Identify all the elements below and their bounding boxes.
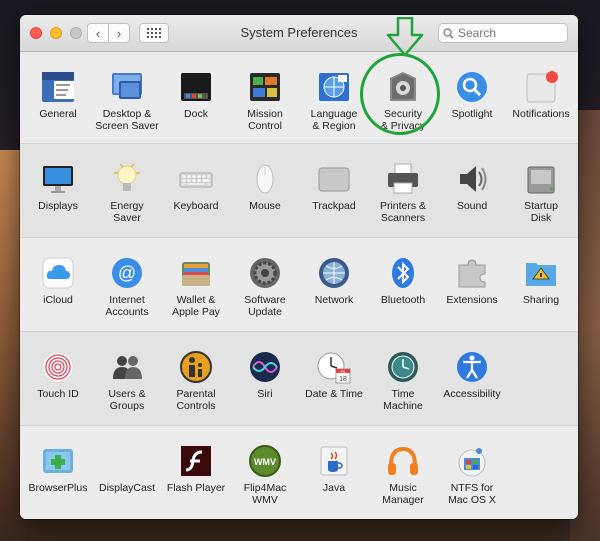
pane-startup-disk[interactable]: Startup Disk xyxy=(505,161,577,224)
desktop-screensaver-icon xyxy=(109,69,145,105)
keyboard-icon xyxy=(178,161,214,197)
svg-text:JUL: JUL xyxy=(340,370,346,374)
pane-time-machine[interactable]: Time Machine xyxy=(367,349,439,412)
pane-mouse[interactable]: Mouse xyxy=(229,161,301,212)
flip4mac-icon: WMV xyxy=(247,443,283,479)
dock-icon xyxy=(178,69,214,105)
search-field[interactable] xyxy=(438,23,568,43)
pane-ntfs-mac-os-x[interactable]: NTFS for Mac OS X xyxy=(436,443,508,506)
svg-text:@: @ xyxy=(118,263,136,283)
pane-displays[interactable]: Displays xyxy=(22,161,94,212)
pane-printers-scanners[interactable]: Printers & Scanners xyxy=(367,161,439,224)
pane-icloud[interactable]: iCloud xyxy=(22,255,94,306)
general-icon xyxy=(40,69,76,105)
pane-flash-player[interactable]: Flash Player xyxy=(160,443,232,494)
pane-general[interactable]: General xyxy=(22,69,94,120)
flash-player-icon xyxy=(178,443,214,479)
title-bar: ‹ › System Preferences xyxy=(20,15,578,52)
pane-notifications[interactable]: Notifications xyxy=(505,69,577,120)
browserplus-icon xyxy=(40,443,76,479)
pane-dock[interactable]: Dock xyxy=(160,69,232,120)
pane-music-manager[interactable]: Music Manager xyxy=(367,443,439,506)
annotation-circle-highlight xyxy=(360,53,440,135)
pane-energy-saver[interactable]: Energy Saver xyxy=(91,161,163,224)
users-groups-icon xyxy=(109,349,145,385)
pane-extensions[interactable]: Extensions xyxy=(436,255,508,306)
icloud-icon xyxy=(40,255,76,291)
svg-text:WMV: WMV xyxy=(254,457,276,467)
music-manager-icon xyxy=(385,443,421,479)
search-icon xyxy=(443,27,454,39)
pane-language-region[interactable]: Language & Region xyxy=(298,69,370,132)
pane-java[interactable]: Java xyxy=(298,443,370,494)
pane-sharing[interactable]: Sharing xyxy=(505,255,577,306)
mission-control-icon xyxy=(247,69,283,105)
touch-id-icon xyxy=(40,349,76,385)
pane-flip4mac-wmv[interactable]: WMV Flip4Mac WMV xyxy=(229,443,301,506)
sound-icon xyxy=(454,161,490,197)
ntfs-icon xyxy=(454,443,490,479)
software-update-icon xyxy=(247,255,283,291)
parental-controls-icon xyxy=(178,349,214,385)
pane-users-groups[interactable]: Users & Groups xyxy=(91,349,163,412)
notifications-icon xyxy=(523,69,559,105)
pane-keyboard[interactable]: Keyboard xyxy=(160,161,232,212)
spotlight-icon xyxy=(454,69,490,105)
bluetooth-icon xyxy=(385,255,421,291)
pane-date-time[interactable]: JUL 18 Date & Time xyxy=(298,349,370,400)
pane-trackpad[interactable]: Trackpad xyxy=(298,161,370,212)
pane-software-update[interactable]: Software Update xyxy=(229,255,301,318)
pane-mission-control[interactable]: Mission Control xyxy=(229,69,301,132)
printer-icon xyxy=(385,161,421,197)
sharing-icon xyxy=(523,255,559,291)
system-preferences-window: ‹ › System Preferences Search General De… xyxy=(20,15,578,519)
wallet-icon xyxy=(178,255,214,291)
accessibility-icon xyxy=(454,349,490,385)
pane-bluetooth[interactable]: Bluetooth xyxy=(367,255,439,306)
pane-parental-controls[interactable]: Parental Controls xyxy=(160,349,232,412)
pane-accessibility[interactable]: Accessibility xyxy=(436,349,508,400)
svg-text:18: 18 xyxy=(339,376,347,383)
extensions-icon xyxy=(454,255,490,291)
trackpad-icon xyxy=(316,161,352,197)
pane-internet-accounts[interactable]: @ Internet Accounts xyxy=(91,255,163,318)
pane-displaycast[interactable]: DisplayCast xyxy=(91,443,163,494)
pane-network[interactable]: Network xyxy=(298,255,370,306)
pane-browserplus[interactable]: BrowserPlus xyxy=(22,443,94,494)
language-region-icon xyxy=(316,69,352,105)
network-icon xyxy=(316,255,352,291)
mouse-icon xyxy=(247,161,283,197)
displaycast-icon xyxy=(109,443,145,479)
pane-wallet-apple-pay[interactable]: Wallet & Apple Pay xyxy=(160,255,232,318)
pane-desktop-screen-saver[interactable]: Desktop & Screen Saver xyxy=(91,69,163,132)
siri-icon xyxy=(247,349,283,385)
pane-spotlight[interactable]: Spotlight xyxy=(436,69,508,120)
date-time-icon: JUL 18 xyxy=(316,349,352,385)
displays-icon xyxy=(40,161,76,197)
pane-touch-id[interactable]: Touch ID xyxy=(22,349,94,400)
search-input[interactable] xyxy=(454,26,558,40)
internet-accounts-icon: @ xyxy=(109,255,145,291)
startup-disk-icon xyxy=(523,161,559,197)
java-icon xyxy=(316,443,352,479)
pane-siri[interactable]: Siri xyxy=(229,349,301,400)
time-machine-icon xyxy=(385,349,421,385)
pane-sound[interactable]: Sound xyxy=(436,161,508,212)
energy-saver-icon xyxy=(109,161,145,197)
